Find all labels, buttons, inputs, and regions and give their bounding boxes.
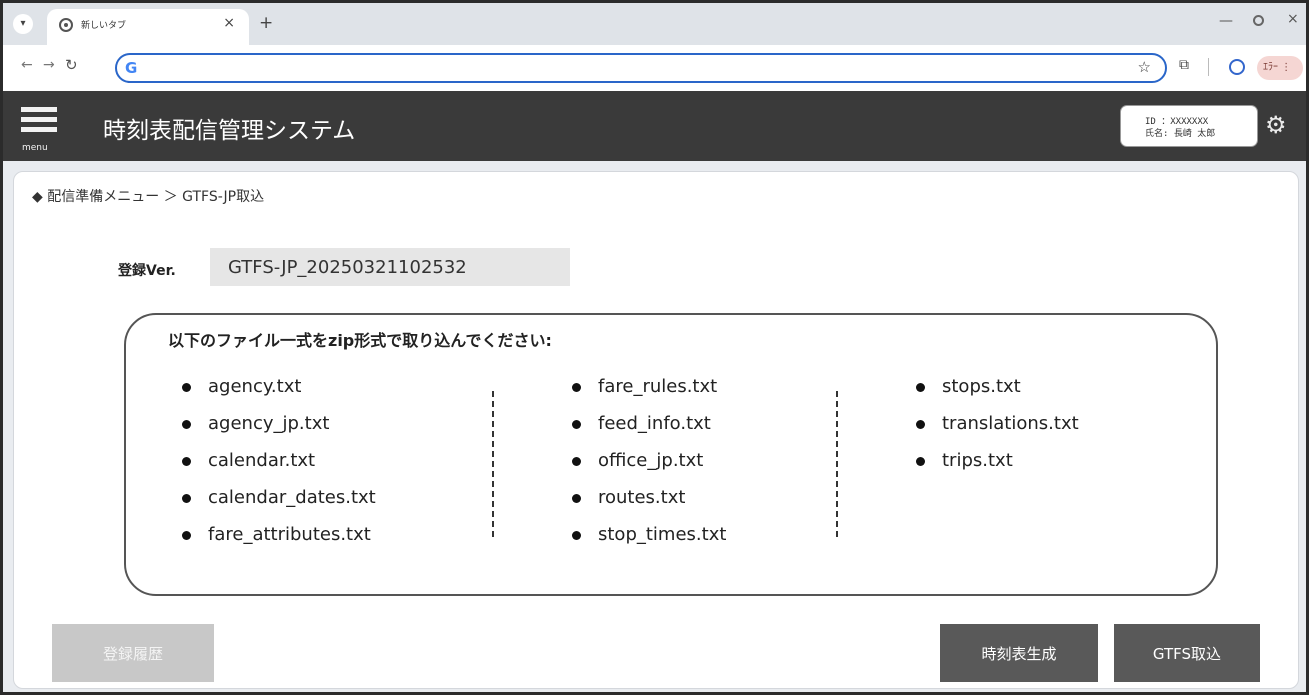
- app-title: 時刻表配信管理システム: [103, 118, 356, 144]
- tab-strip: ▾ 新しいタブ × + — ×: [3, 3, 1306, 45]
- file-list-column-2: fare_rules.txt feed_info.txt office_jp.t…: [572, 375, 726, 560]
- back-arrow-icon[interactable]: ←: [21, 57, 33, 73]
- new-tab-button[interactable]: +: [259, 13, 273, 33]
- breadcrumb: ◆ 配信準備メニュー ＞ GTFS-JP取込: [32, 189, 265, 205]
- registration-history-button[interactable]: 登録履歴: [52, 624, 214, 682]
- file-list-column-1: agency.txt agency_jp.txt calendar.txt ca…: [182, 375, 376, 560]
- instruction-text: 以下のファイル一式をzip形式で取り込んでください:: [168, 331, 552, 350]
- tab-close-icon[interactable]: ×: [223, 15, 235, 31]
- list-item: trips.txt: [916, 449, 1079, 486]
- reload-icon[interactable]: ↻: [65, 56, 78, 74]
- instruction-box: 以下のファイル一式をzip形式で取り込んでください: agency.txt ag…: [124, 313, 1218, 596]
- list-item: fare_rules.txt: [572, 375, 726, 412]
- gtfs-import-button[interactable]: GTFS取込: [1114, 624, 1260, 682]
- minimize-icon[interactable]: —: [1219, 13, 1233, 29]
- list-item: agency_jp.txt: [182, 412, 376, 449]
- list-item: office_jp.txt: [572, 449, 726, 486]
- window-close-icon[interactable]: ×: [1287, 11, 1299, 27]
- list-item: stop_times.txt: [572, 523, 726, 560]
- error-chip-label: ｴﾗｰ: [1263, 62, 1278, 73]
- restore-icon[interactable]: [1253, 15, 1264, 26]
- file-list-column-3: stops.txt translations.txt trips.txt: [916, 375, 1079, 486]
- main-panel: ◆ 配信準備メニュー ＞ GTFS-JP取込 登録Ver. 以下のファイル一式を…: [13, 171, 1299, 689]
- user-name: 氏名: 長崎 太郎: [1145, 129, 1216, 139]
- browser-tab[interactable]: 新しいタブ ×: [47, 9, 249, 45]
- address-bar[interactable]: G ☆: [115, 53, 1167, 83]
- browser-toolbar: ← → ↻ G ☆ ⧉ ｴﾗｰ ⋮: [3, 45, 1306, 91]
- google-g-icon: G: [125, 59, 138, 77]
- list-item: calendar_dates.txt: [182, 486, 376, 523]
- tab-search-chevron-icon[interactable]: ▾: [13, 14, 33, 34]
- settings-gear-icon[interactable]: ⚙: [1265, 111, 1293, 139]
- list-item: calendar.txt: [182, 449, 376, 486]
- list-item: translations.txt: [916, 412, 1079, 449]
- menu-button[interactable]: menu: [21, 107, 57, 155]
- hamburger-icon: [21, 107, 57, 112]
- column-divider: [492, 391, 494, 537]
- toolbar-divider: [1208, 58, 1209, 76]
- app-header: menu 時刻表配信管理システム ID ：XXXXXXX 氏名: 長崎 太郎 ⚙: [3, 91, 1306, 161]
- browser-window: ▾ 新しいタブ × + — × ← → ↻ G ☆ ⧉ ｴﾗｰ ⋮ menu 時: [0, 0, 1309, 695]
- user-info-box: ID ：XXXXXXX 氏名: 長崎 太郎: [1120, 105, 1258, 147]
- list-item: fare_attributes.txt: [182, 523, 376, 560]
- generate-timetable-button[interactable]: 時刻表生成: [940, 624, 1098, 682]
- registration-version-field[interactable]: [210, 248, 570, 286]
- list-item: feed_info.txt: [572, 412, 726, 449]
- column-divider: [836, 391, 838, 537]
- chrome-favicon-icon: [59, 18, 73, 32]
- bookmark-star-icon[interactable]: ☆: [1138, 58, 1151, 76]
- error-chip[interactable]: ｴﾗｰ ⋮: [1257, 56, 1303, 80]
- list-item: stops.txt: [916, 375, 1079, 412]
- profile-icon[interactable]: [1229, 59, 1245, 75]
- menu-label: menu: [22, 143, 48, 153]
- forward-arrow-icon[interactable]: →: [43, 57, 55, 73]
- list-item: agency.txt: [182, 375, 376, 412]
- registration-version-label: 登録Ver.: [118, 263, 176, 279]
- list-item: routes.txt: [572, 486, 726, 523]
- tab-title: 新しいタブ: [81, 21, 127, 31]
- extensions-icon[interactable]: ⧉: [1179, 57, 1189, 73]
